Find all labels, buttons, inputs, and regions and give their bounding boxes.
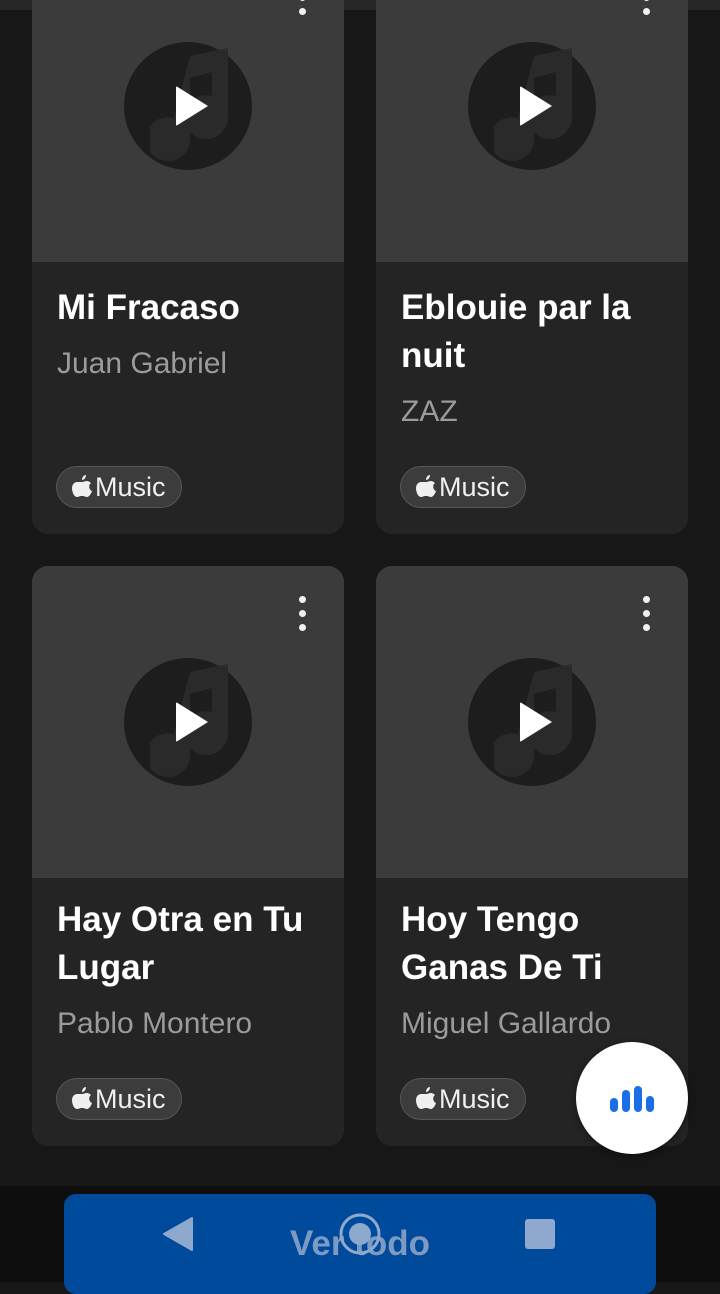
apple-music-badge: Music (56, 1078, 182, 1120)
apple-logo-icon (72, 475, 92, 497)
more-vertical-icon[interactable] (294, 0, 310, 20)
apple-music-badge: Music (400, 466, 526, 508)
song-artist: Pablo Montero (57, 1007, 253, 1040)
apple-music-badge: Music (400, 1078, 526, 1120)
back-triangle-icon[interactable] (162, 1216, 194, 1252)
recent-square-icon[interactable] (525, 1219, 555, 1249)
song-title: Mi Fracaso (57, 288, 240, 327)
song-title: Eblouie par la nuit (401, 288, 631, 375)
more-vertical-icon[interactable] (294, 596, 310, 636)
song-artist: Miguel Gallardo (401, 1007, 612, 1040)
play-button[interactable] (124, 658, 252, 786)
play-icon (520, 86, 552, 126)
song-card[interactable]: Eblouie par la nuit ZAZ Music (376, 0, 688, 534)
more-vertical-icon[interactable] (638, 596, 654, 636)
album-art (376, 0, 688, 262)
play-icon (520, 702, 552, 742)
more-vertical-icon[interactable] (638, 0, 654, 20)
song-title: Hay Otra en Tu Lugar (57, 900, 304, 987)
play-button[interactable] (468, 42, 596, 170)
album-art (376, 566, 688, 878)
voice-assistant-button[interactable] (576, 1042, 688, 1154)
apple-logo-icon (416, 475, 436, 497)
apple-logo-icon (72, 1087, 92, 1109)
album-art (32, 566, 344, 878)
apple-music-badge: Music (56, 466, 182, 508)
voice-bars-icon (610, 1086, 656, 1112)
song-artist: Juan Gabriel (57, 347, 228, 380)
home-circle-icon[interactable] (338, 1212, 382, 1256)
play-button[interactable] (468, 658, 596, 786)
song-card[interactable]: Mi Fracaso Juan Gabriel Music (32, 0, 344, 534)
album-art (32, 0, 344, 262)
play-icon (176, 86, 208, 126)
song-title: Hoy Tengo Ganas De Ti (401, 900, 603, 987)
apple-logo-icon (416, 1087, 436, 1109)
play-icon (176, 702, 208, 742)
song-card[interactable]: Hay Otra en Tu Lugar Pablo Montero Music (32, 566, 344, 1146)
song-artist: ZAZ (401, 395, 458, 428)
play-button[interactable] (124, 42, 252, 170)
